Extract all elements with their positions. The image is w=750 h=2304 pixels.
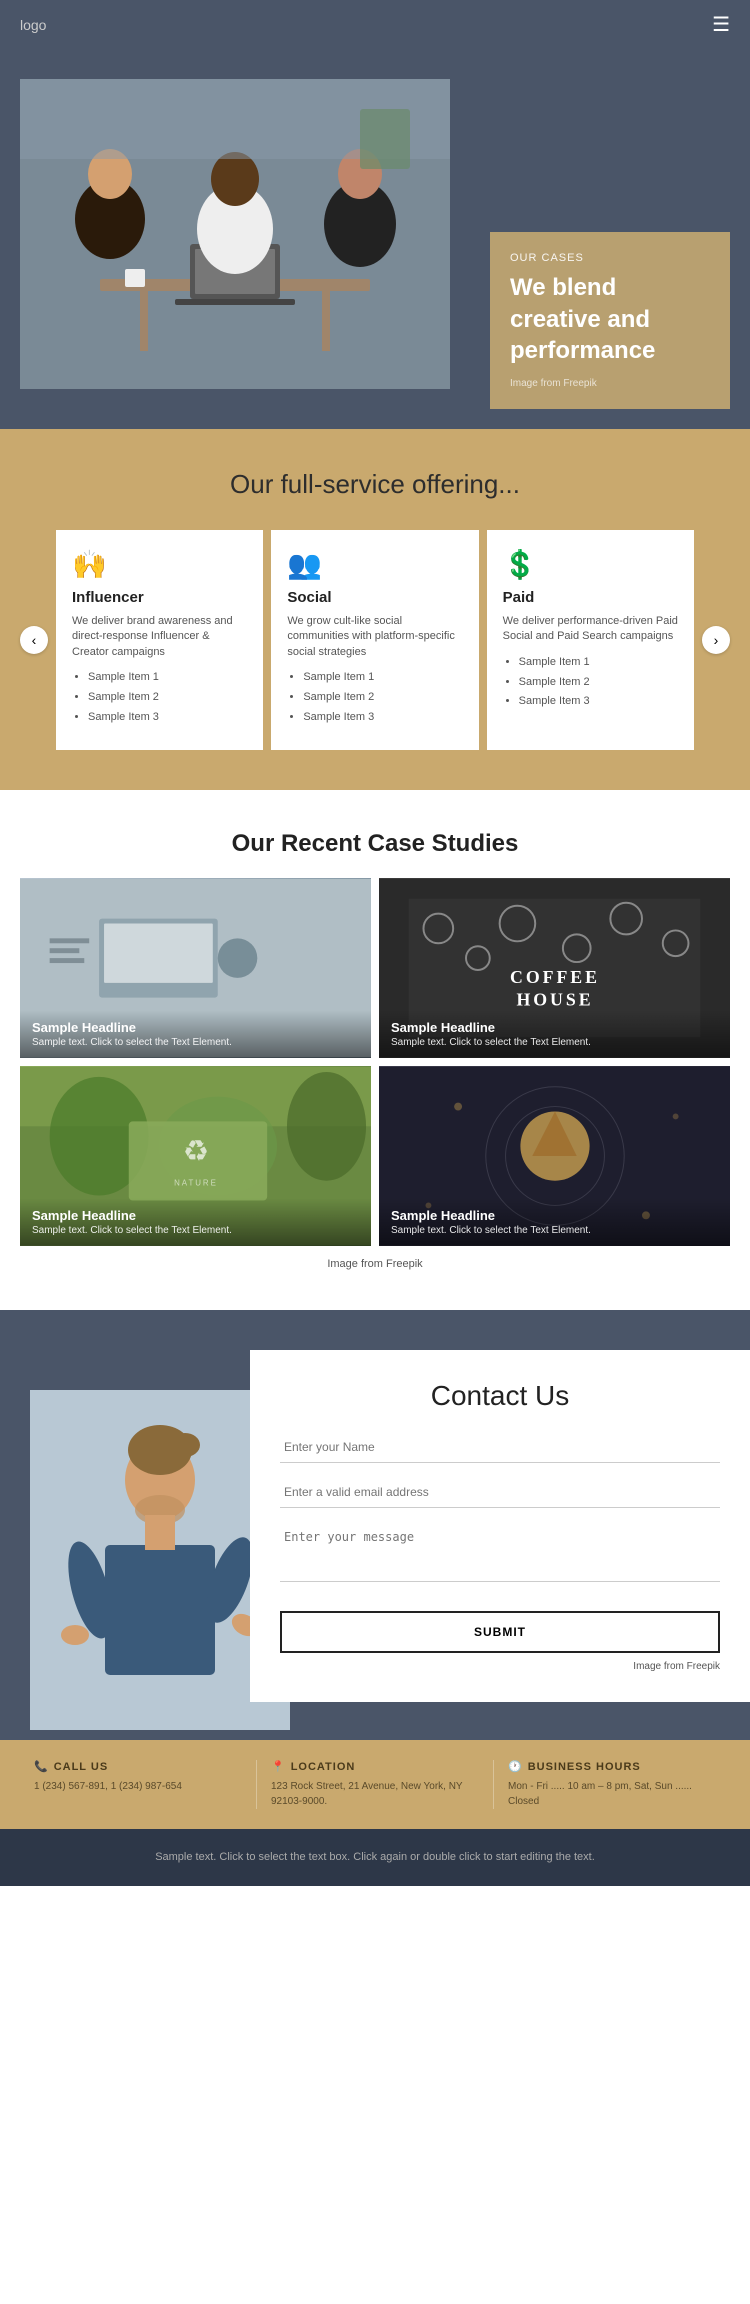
social-items: Sample Item 1 Sample Item 2 Sample Item … — [287, 668, 462, 727]
services-cards: 🙌 Influencer We deliver brand awareness … — [56, 530, 694, 750]
case-text-1: Sample Headline Sample text. Click to se… — [20, 1010, 371, 1058]
service-card-paid: 💲 Paid We deliver performance-driven Pai… — [487, 530, 694, 750]
influencer-desc: We deliver brand awareness and direct-re… — [72, 614, 247, 660]
info-hours: 🕐 BUSINESS HOURS Mon - Fri ..... 10 am –… — [494, 1760, 730, 1809]
social-desc: We grow cult-like social communities wit… — [287, 614, 462, 660]
case-headline-3: Sample Headline — [32, 1208, 359, 1223]
case-desc-2: Sample text. Click to select the Text El… — [391, 1037, 718, 1048]
case-studies-section: Our Recent Case Studies Sample Headline … — [0, 790, 750, 1310]
case-headline-4: Sample Headline — [391, 1208, 718, 1223]
services-title: Our full-service offering... — [20, 469, 730, 500]
case-text-2: Sample Headline Sample text. Click to se… — [379, 1010, 730, 1058]
location-title: 📍 LOCATION — [271, 1760, 479, 1773]
influencer-item-1: Sample Item 1 — [88, 668, 247, 688]
submit-button[interactable]: SUBMIT — [280, 1611, 720, 1653]
logo: logo — [20, 17, 46, 33]
influencer-items: Sample Item 1 Sample Item 2 Sample Item … — [72, 668, 247, 727]
case-image-credit: Image from Freepik — [20, 1258, 730, 1270]
email-input[interactable] — [280, 1477, 720, 1508]
influencer-item-3: Sample Item 3 — [88, 708, 247, 728]
hero-image-credit: Image from Freepik — [510, 378, 710, 389]
social-icon: 👥 — [287, 548, 462, 581]
menu-icon[interactable]: ☰ — [712, 12, 730, 37]
paid-item-1: Sample Item 1 — [519, 653, 678, 673]
footer-text: Sample text. Click to select the text bo… — [20, 1849, 730, 1866]
hero-image — [20, 79, 450, 389]
paid-desc: We deliver performance-driven Paid Socia… — [503, 614, 678, 645]
location-icon: 📍 — [271, 1760, 286, 1773]
paid-item-3: Sample Item 3 — [519, 692, 678, 712]
case-item-4[interactable]: Sample Headline Sample text. Click to se… — [379, 1066, 730, 1246]
form-image-credit: Image from Freepik — [280, 1661, 720, 1672]
hero-overlay: OUR CASES We blend creative and performa… — [490, 232, 730, 409]
clock-icon: 🕐 — [508, 1760, 523, 1773]
carousel-next-button[interactable]: › — [702, 626, 730, 654]
footer: Sample text. Click to select the text bo… — [0, 1829, 750, 1886]
header: logo ☰ — [0, 0, 750, 49]
case-item-1[interactable]: Sample Headline Sample text. Click to se… — [20, 878, 371, 1058]
social-title: Social — [287, 589, 462, 606]
info-location: 📍 LOCATION 123 Rock Street, 21 Avenue, N… — [257, 1760, 494, 1809]
contact-section: Contact Us SUBMIT Image from Freepik 📞 C… — [0, 1310, 750, 1829]
hours-title: 🕐 BUSINESS HOURS — [508, 1760, 716, 1773]
hero-headline: We blend creative and performance — [510, 272, 710, 366]
case-headline-2: Sample Headline — [391, 1020, 718, 1035]
influencer-icon: 🙌 — [72, 548, 247, 581]
info-call: 📞 CALL US 1 (234) 567-891, 1 (234) 987-6… — [20, 1760, 257, 1809]
social-item-2: Sample Item 2 — [303, 688, 462, 708]
carousel-prev-button[interactable]: ‹ — [20, 626, 48, 654]
services-carousel: ‹ 🙌 Influencer We deliver brand awarenes… — [20, 530, 730, 750]
hero-section: OUR CASES We blend creative and performa… — [0, 49, 750, 429]
info-bar: 📞 CALL US 1 (234) 567-891, 1 (234) 987-6… — [0, 1740, 750, 1829]
service-card-influencer: 🙌 Influencer We deliver brand awareness … — [56, 530, 263, 750]
svg-text:♻: ♻ — [183, 1135, 210, 1168]
location-content: 123 Rock Street, 21 Avenue, New York, NY… — [271, 1779, 479, 1809]
message-input[interactable] — [280, 1522, 720, 1582]
case-headline-1: Sample Headline — [32, 1020, 359, 1035]
social-item-3: Sample Item 3 — [303, 708, 462, 728]
call-content: 1 (234) 567-891, 1 (234) 987-654 — [34, 1779, 242, 1794]
service-card-social: 👥 Social We grow cult-like social commun… — [271, 530, 478, 750]
influencer-title: Influencer — [72, 589, 247, 606]
social-item-1: Sample Item 1 — [303, 668, 462, 688]
svg-text:COFFEE: COFFEE — [510, 967, 600, 987]
case-text-3: Sample Headline Sample text. Click to se… — [20, 1198, 371, 1246]
our-cases-label: OUR CASES — [510, 252, 710, 264]
case-item-2[interactable]: COFFEE HOUSE Sample Headline Sample text… — [379, 878, 730, 1058]
influencer-item-2: Sample Item 2 — [88, 688, 247, 708]
case-text-4: Sample Headline Sample text. Click to se… — [379, 1198, 730, 1246]
paid-title: Paid — [503, 589, 678, 606]
services-section: Our full-service offering... ‹ 🙌 Influen… — [0, 429, 750, 790]
hours-content: Mon - Fri ..... 10 am – 8 pm, Sat, Sun .… — [508, 1779, 716, 1809]
contact-title: Contact Us — [280, 1380, 720, 1412]
call-title: 📞 CALL US — [34, 1760, 242, 1773]
paid-item-2: Sample Item 2 — [519, 673, 678, 693]
name-input[interactable] — [280, 1432, 720, 1463]
case-desc-1: Sample text. Click to select the Text El… — [32, 1037, 359, 1048]
case-desc-4: Sample text. Click to select the Text El… — [391, 1225, 718, 1236]
case-studies-title: Our Recent Case Studies — [20, 830, 730, 858]
case-desc-3: Sample text. Click to select the Text El… — [32, 1225, 359, 1236]
svg-text:HOUSE: HOUSE — [516, 990, 593, 1010]
contact-inner: Contact Us SUBMIT Image from Freepik — [0, 1350, 750, 1730]
paid-icon: 💲 — [503, 548, 678, 581]
case-item-3[interactable]: ♻ NATURE Sample Headline Sample text. Cl… — [20, 1066, 371, 1246]
case-credit-text: Image from Freepik — [327, 1258, 422, 1270]
phone-icon: 📞 — [34, 1760, 49, 1773]
paid-items: Sample Item 1 Sample Item 2 Sample Item … — [503, 653, 678, 712]
case-studies-grid: Sample Headline Sample text. Click to se… — [20, 878, 730, 1246]
contact-form-box: Contact Us SUBMIT Image from Freepik — [250, 1350, 750, 1702]
svg-text:NATURE: NATURE — [174, 1179, 218, 1188]
